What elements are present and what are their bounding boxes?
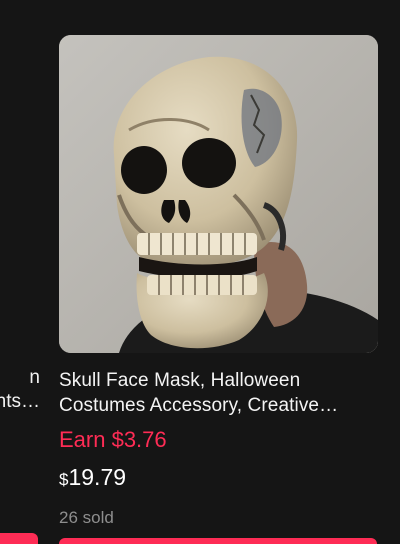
price-currency: $ [59,470,69,489]
skull-mask-illustration [59,35,378,353]
price-amount: 19.79 [68,464,127,490]
previous-product-title-line-2: nts… [0,391,40,412]
earn-commission: Earn $3.76 [59,427,167,452]
previous-product-card[interactable]: n nts… [0,0,40,544]
product-image[interactable] [59,35,378,353]
product-card[interactable]: Skull Face Mask, Halloween Costumes Acce… [59,35,379,544]
product-title-line-1: Skull Face Mask, Halloween [59,370,301,391]
previous-product-title-line-1: n [29,367,40,388]
sold-count: 26 sold [59,508,114,527]
product-title-line-2: Costumes Accessory, Creative… [59,395,339,416]
previous-product-title: n nts… [0,366,40,414]
product-feed: n nts… Skull Face Mask, Halloween Costum… [0,0,400,544]
previous-product-add-button[interactable] [0,533,38,544]
product-title[interactable]: Skull Face Mask, Halloween Costumes Acce… [59,368,377,418]
add-product-button[interactable] [59,538,377,544]
product-price: $ 19.79 [59,464,126,491]
